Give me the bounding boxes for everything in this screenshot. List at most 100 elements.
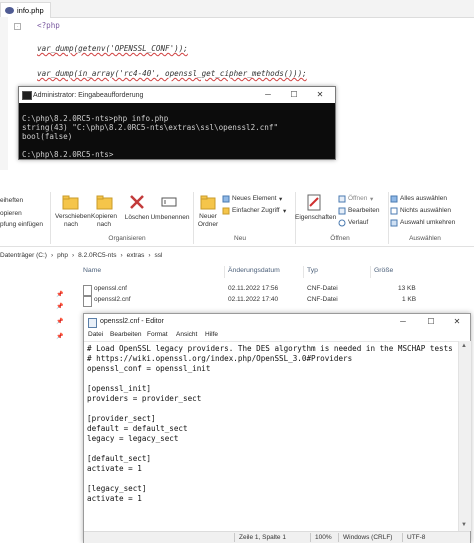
file-type: CNF-Datei xyxy=(307,296,338,303)
column-header-date[interactable]: Änderungsdatum xyxy=(228,267,280,274)
chevron-right-icon: › xyxy=(148,251,151,259)
line-endings: Windows (CRLF) xyxy=(343,534,393,541)
notepad-text-area[interactable]: # Load OpenSSL legacy providers. The DES… xyxy=(84,341,458,532)
open-icon xyxy=(338,195,346,203)
select-none-label: Nichts auswählen xyxy=(400,207,451,214)
text-line: # Load OpenSSL legacy providers. The DES… xyxy=(87,344,453,353)
menu-edit[interactable]: Bearbeiten xyxy=(110,331,141,338)
breadcrumb-item[interactable]: Datenträger (C:) xyxy=(0,252,47,259)
scroll-down-icon[interactable]: ▼ xyxy=(461,522,467,528)
scroll-up-icon[interactable]: ▲ xyxy=(461,343,467,349)
new-item-icon xyxy=(222,195,230,203)
dropdown-arrow-icon: ▾ xyxy=(370,196,374,203)
text-line: providers = provider_sect xyxy=(87,394,202,403)
text-line: activate = 1 xyxy=(87,464,142,473)
table-row[interactable]: openssl2.cnf 02.11.2022 17:40 CNF-Datei … xyxy=(80,295,474,307)
chevron-right-icon: › xyxy=(50,251,54,259)
dropdown-arrow-icon: ▾ xyxy=(283,208,287,215)
file-size: 13 KB xyxy=(398,285,416,292)
select-all-label: Alles auswählen xyxy=(400,195,447,202)
group-label-organize: Organisieren xyxy=(108,235,146,242)
console-line: C:\php\8.2.0RC5-nts>php info.php xyxy=(22,114,169,123)
console-line: C:\php\8.2.0RC5-nts> xyxy=(22,150,114,159)
edit-icon xyxy=(338,207,346,215)
easy-access-icon xyxy=(222,207,230,215)
text-line: activate = 1 xyxy=(87,494,142,503)
new-folder-icon xyxy=(200,195,216,210)
group-label-select: Auswählen xyxy=(409,235,441,242)
console-title-bar[interactable]: Administrator: Eingabeaufforderung ─ ☐ ✕ xyxy=(19,87,335,103)
pin-icon[interactable]: 📌 xyxy=(56,333,63,340)
dropdown-arrow-icon: ▾ xyxy=(279,196,283,203)
code-line[interactable]: <?php xyxy=(37,21,60,30)
notepad-icon xyxy=(88,318,97,328)
vertical-scrollbar[interactable]: ▲ ▼ xyxy=(458,341,471,531)
terminal-icon xyxy=(22,91,32,100)
editor-tab-bar: info.php xyxy=(0,0,474,18)
ribbon-partial-label[interactable]: pfung einfügen xyxy=(0,221,43,228)
menu-view[interactable]: Ansicht xyxy=(176,331,197,338)
breadcrumb-item[interactable]: extras xyxy=(127,252,145,259)
rename-label: Umbenennen xyxy=(150,214,190,221)
text-line: openssl_conf = openssl_init xyxy=(87,364,211,373)
text-line: [openssl_init] xyxy=(87,384,152,393)
close-button[interactable]: ✕ xyxy=(307,87,333,103)
file-type: CNF-Datei xyxy=(307,285,338,292)
rename-icon xyxy=(161,197,177,207)
breadcrumb-item[interactable]: 8.2.0RC5-nts xyxy=(78,252,116,259)
maximize-button[interactable]: ☐ xyxy=(281,87,307,103)
column-header-type[interactable]: Typ xyxy=(307,267,318,274)
column-header-size[interactable]: Größe xyxy=(374,267,393,274)
pin-icon[interactable]: 📌 xyxy=(56,303,63,310)
console-output[interactable]: C:\php\8.2.0RC5-nts>php info.php string(… xyxy=(19,103,335,159)
close-button[interactable]: ✕ xyxy=(444,314,470,330)
chevron-right-icon: › xyxy=(120,251,123,259)
ribbon-partial-label[interactable]: opieren xyxy=(0,210,22,217)
file-date: 02.11.2022 17:40 xyxy=(228,296,279,303)
select-none-icon xyxy=(390,207,398,215)
maximize-button[interactable]: ☐ xyxy=(418,314,444,330)
minimize-button[interactable]: ─ xyxy=(390,314,416,330)
notepad-title-bar[interactable]: openssl2.cnf - Editor ─ ☐ ✕ xyxy=(84,314,470,330)
folder-copy-icon xyxy=(96,195,113,210)
notepad-window[interactable]: openssl2.cnf - Editor ─ ☐ ✕ Datei Bearbe… xyxy=(83,313,471,543)
editor-tab-title: info.php xyxy=(17,6,44,15)
folder-move-icon xyxy=(62,195,79,210)
text-line: # https://wiki.openssl.org/index.php/Ope… xyxy=(87,354,353,363)
breadcrumb-item[interactable]: php xyxy=(57,252,68,259)
ribbon-partial-label[interactable]: eiheften xyxy=(0,197,23,204)
open-label: Öffnen xyxy=(348,195,368,202)
file-icon xyxy=(83,296,92,307)
breadcrumb-item[interactable]: ssl xyxy=(155,252,163,259)
text-line: legacy = legacy_sect xyxy=(87,434,179,443)
pin-icon[interactable]: 📌 xyxy=(56,291,63,298)
code-line[interactable]: var_dump(getenv('OPENSSL_CONF')); xyxy=(37,44,188,53)
fold-icon[interactable]: - xyxy=(14,23,21,30)
group-label-new: Neu xyxy=(234,235,246,242)
menu-help[interactable]: Hilfe xyxy=(205,331,218,338)
new-folder-label: Neuer Ordner xyxy=(197,213,219,228)
column-header-name[interactable]: Name xyxy=(83,267,101,274)
properties-label: Eigenschaften xyxy=(295,214,337,221)
text-line: [default_sect] xyxy=(87,454,152,463)
console-window[interactable]: Administrator: Eingabeaufforderung ─ ☐ ✕… xyxy=(18,86,336,160)
console-line: string(43) "C:\php\8.2.0RC5-nts\extras\s… xyxy=(22,123,279,132)
text-line: [provider_sect] xyxy=(87,414,156,423)
invert-selection-icon xyxy=(390,219,398,227)
menu-file[interactable]: Datei xyxy=(88,331,103,338)
minimize-button[interactable]: ─ xyxy=(255,87,281,103)
address-bar[interactable]: Datenträger (C:) › php › 8.2.0RC5-nts › … xyxy=(0,247,474,264)
code-line[interactable]: var_dump(in_array('rc4-40', openssl_get_… xyxy=(37,69,307,78)
file-name: openssl.cnf xyxy=(94,285,127,292)
menu-format[interactable]: Format xyxy=(147,331,168,338)
editor-tab[interactable]: info.php xyxy=(0,2,51,18)
chevron-right-icon: › xyxy=(72,251,75,259)
invert-selection-label: Auswahl umkehren xyxy=(400,219,456,226)
group-label-open: Öffnen xyxy=(330,235,350,242)
text-line: [legacy_sect] xyxy=(87,484,147,493)
delete-label: Löschen xyxy=(124,214,150,221)
pin-icon[interactable]: 📌 xyxy=(56,318,63,325)
easy-access-label: Einfacher Zugriff xyxy=(232,207,280,214)
notepad-menu-bar: Datei Bearbeiten Format Ansicht Hilfe xyxy=(84,330,470,341)
history-label: Verlauf xyxy=(348,219,369,226)
